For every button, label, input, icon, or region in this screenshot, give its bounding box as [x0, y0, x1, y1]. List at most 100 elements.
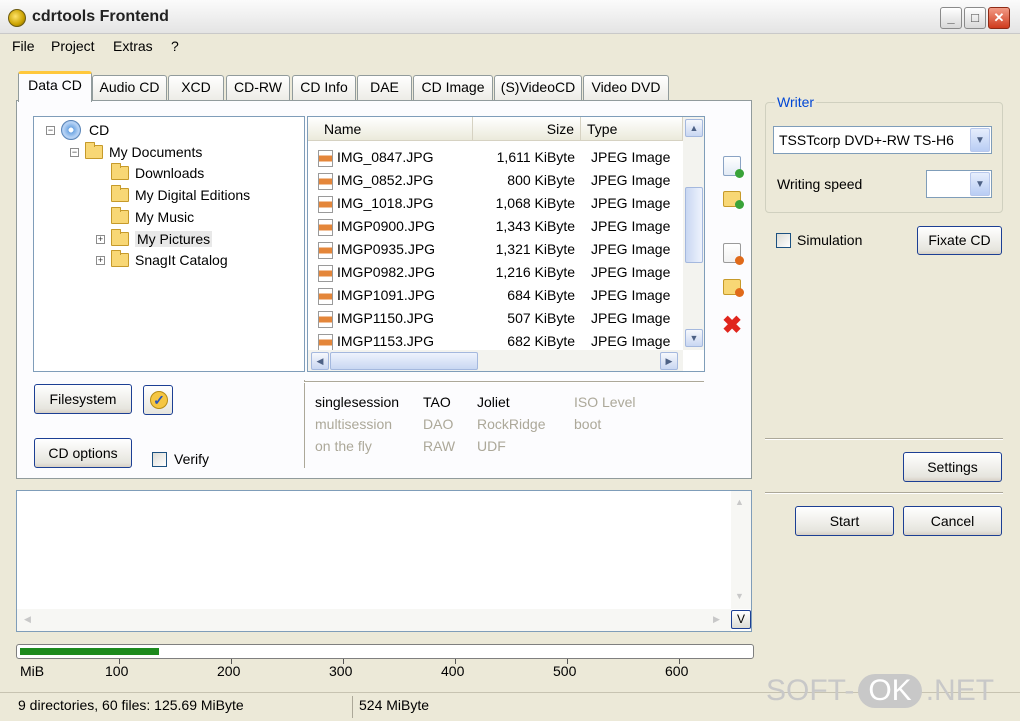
log-output[interactable]: ▲ ▼ ◀ ▶ V [16, 490, 752, 632]
tree-item-cd[interactable]: − CD [46, 120, 109, 140]
file-row[interactable]: IMGP1153.JPG 682 KiByte JPEG Image [308, 330, 683, 351]
file-size: 507 KiByte [507, 310, 575, 326]
folder-icon [111, 207, 129, 224]
column-type[interactable]: Type [581, 117, 683, 141]
tab-video-dvd[interactable]: Video DVD [583, 75, 669, 101]
log-horizontal-scrollbar[interactable]: ◀ ▶ [17, 609, 731, 631]
scroll-right-button[interactable]: ▶ [660, 352, 678, 370]
settings-button[interactable]: Settings [903, 452, 1002, 482]
status-summary: 9 directories, 60 files: 125.69 MiByte [18, 697, 244, 713]
file-type: JPEG Image [591, 333, 671, 349]
file-row[interactable]: IMG_0847.JPG 1,611 KiByte JPEG Image [308, 146, 683, 169]
log-scroll-up-icon[interactable]: ▲ [735, 497, 744, 507]
tab-cd-rw[interactable]: CD-RW [226, 75, 290, 101]
expand-icon[interactable]: + [96, 255, 105, 265]
column-size[interactable]: Size [473, 117, 581, 141]
tab-xcd[interactable]: XCD [168, 75, 224, 101]
cancel-button[interactable]: Cancel [903, 506, 1002, 536]
log-scroll-down-icon[interactable]: ▼ [735, 591, 744, 601]
tree-item-downloads[interactable]: Downloads [111, 163, 204, 183]
file-row[interactable]: IMG_0852.JPG 800 KiByte JPEG Image [308, 169, 683, 192]
menu-file[interactable]: File [12, 38, 35, 54]
fixate-cd-button[interactable]: Fixate CD [917, 226, 1002, 255]
log-vertical-scrollbar[interactable]: ▲ ▼ [731, 491, 751, 609]
progress-tick-label: 400 [441, 663, 465, 679]
horizontal-scroll-thumb[interactable] [330, 352, 478, 370]
scroll-left-button[interactable]: ◀ [311, 352, 329, 370]
writer-device-select[interactable]: TSSTcorp DVD+-RW TS-H6 ▼ [773, 126, 992, 154]
file-row[interactable]: IMGP1091.JPG 684 KiByte JPEG Image [308, 284, 683, 307]
watermark-right: .NET [925, 674, 995, 707]
log-scroll-right-icon[interactable]: ▶ [713, 614, 720, 625]
jpeg-file-icon [318, 310, 333, 328]
option-singlesession: singlesession [315, 394, 400, 410]
menu-help[interactable]: ? [171, 38, 179, 54]
tree-item-label: My Music [135, 209, 195, 225]
checkmark-icon: ✓ [150, 391, 168, 409]
tree-item-snagit-catalog[interactable]: + SnagIt Catalog [96, 250, 228, 270]
tree-item-my-pictures[interactable]: + My Pictures [96, 229, 213, 249]
remove-file-icon[interactable] [723, 243, 744, 265]
add-folder-icon[interactable] [723, 191, 744, 209]
tab-data-cd[interactable]: Data CD [18, 71, 92, 102]
folder-tree[interactable]: − CD − My Documents Downloads My Digital… [33, 116, 305, 372]
tree-item-label: My Digital Editions [135, 187, 251, 203]
log-toggle-button[interactable]: V [731, 610, 751, 629]
delete-icon[interactable]: ✖ [722, 314, 742, 338]
collapse-icon[interactable]: − [70, 147, 79, 157]
filesystem-button[interactable]: Filesystem [34, 384, 132, 414]
maximize-button[interactable]: □ [964, 7, 986, 29]
add-file-icon[interactable] [723, 156, 744, 178]
verify-label: Verify [174, 451, 210, 467]
check-settings-button[interactable]: ✓ [143, 385, 173, 415]
file-type: JPEG Image [591, 218, 671, 234]
file-name: IMG_1018.JPG [318, 192, 434, 215]
tab-audio-cd[interactable]: Audio CD [92, 75, 167, 101]
file-row[interactable]: IMGP0982.JPG 1,216 KiByte JPEG Image [308, 261, 683, 284]
tab-svideocd[interactable]: (S)VideoCD [494, 75, 582, 101]
file-row[interactable]: IMGP1150.JPG 507 KiByte JPEG Image [308, 307, 683, 330]
chevron-down-icon[interactable]: ▼ [970, 128, 990, 152]
file-size: 682 KiByte [507, 333, 575, 349]
jpeg-file-icon [318, 333, 333, 351]
file-row[interactable]: IMGP0900.JPG 1,343 KiByte JPEG Image [308, 215, 683, 238]
verify-checkbox[interactable] [152, 452, 167, 467]
tree-item-my-music[interactable]: My Music [111, 207, 194, 227]
simulation-checkbox[interactable] [776, 233, 791, 248]
tree-item-my-documents[interactable]: − My Documents [70, 142, 202, 162]
scroll-up-button[interactable]: ▲ [685, 119, 703, 137]
file-row[interactable]: IMG_1018.JPG 1,068 KiByte JPEG Image [308, 192, 683, 215]
tab-cd-info[interactable]: CD Info [292, 75, 356, 101]
menu-bar [0, 35, 1020, 59]
option-joliet: Joliet [477, 394, 510, 410]
cd-options-button[interactable]: CD options [34, 438, 132, 468]
progress-tick-label: 500 [553, 663, 577, 679]
tab-dae[interactable]: DAE [357, 75, 412, 101]
tree-item-my-digital-editions[interactable]: My Digital Editions [111, 185, 250, 205]
start-button[interactable]: Start [795, 506, 894, 536]
option-multisession: multisession [315, 416, 393, 432]
menu-extras[interactable]: Extras [113, 38, 153, 54]
chevron-down-icon[interactable]: ▼ [970, 172, 990, 196]
option-iso-level: ISO Level [574, 394, 636, 410]
file-row[interactable]: IMGP0935.JPG 1,321 KiByte JPEG Image [308, 238, 683, 261]
options-divider [304, 380, 305, 468]
vertical-scroll-thumb[interactable] [685, 187, 703, 263]
progress-tick-label: 300 [329, 663, 353, 679]
remove-folder-icon[interactable] [723, 279, 744, 297]
expand-icon[interactable]: + [96, 234, 105, 244]
log-scroll-left-icon[interactable]: ◀ [24, 614, 31, 625]
menu-project[interactable]: Project [51, 38, 95, 54]
file-type: JPEG Image [591, 241, 671, 257]
file-list[interactable]: Name Size Type IMG_0847.JPG 1,611 KiByte J… [307, 116, 705, 372]
column-name[interactable]: Name [308, 117, 473, 141]
writing-speed-select[interactable]: ▼ [926, 170, 992, 198]
close-button[interactable]: ✕ [988, 7, 1010, 29]
scroll-down-button[interactable]: ▼ [685, 329, 703, 347]
file-name: IMGP1091.JPG [318, 284, 435, 307]
tab-cd-image[interactable]: CD Image [413, 75, 493, 101]
minimize-button[interactable]: _ [940, 7, 962, 29]
collapse-icon[interactable]: − [46, 125, 55, 135]
writer-device-value: TSSTcorp DVD+-RW TS-H6 [779, 132, 954, 148]
progress-tick [119, 659, 120, 664]
